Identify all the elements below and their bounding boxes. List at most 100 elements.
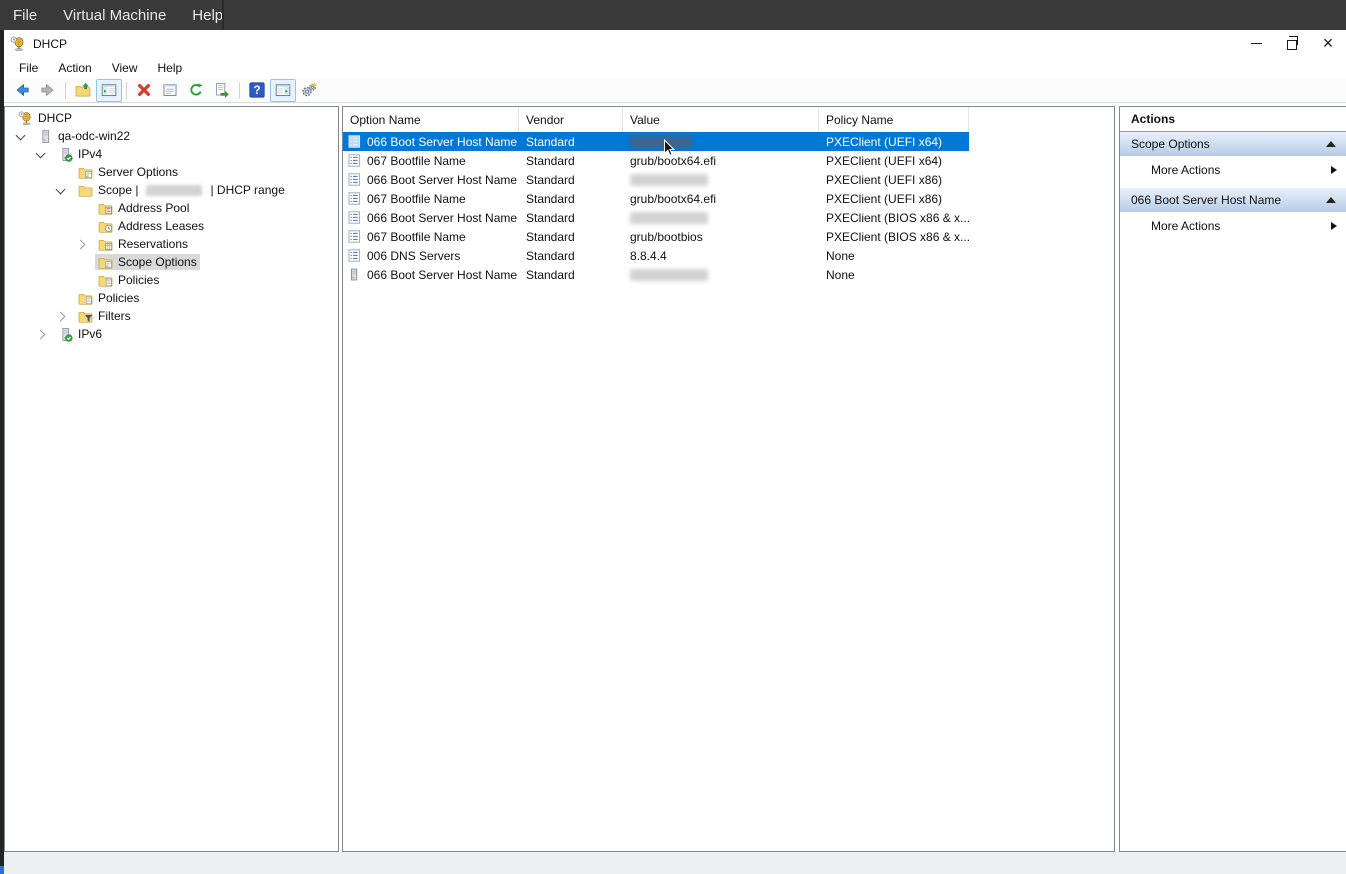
tree-item-server-options[interactable]: Server Options — [5, 163, 338, 181]
tree-item-content: Policies — [95, 272, 162, 288]
tree-item-ipv4[interactable]: IPv4 — [5, 145, 338, 163]
vendor-cell: Standard — [519, 230, 623, 244]
tree-item-address-pool[interactable]: Address Pool — [5, 199, 338, 217]
menu-item-help[interactable]: Help — [148, 59, 193, 77]
folder-pool-icon — [98, 201, 113, 216]
tree-item-content: DHCP — [15, 110, 75, 126]
option-name-cell: 067 Bootfile Name — [343, 192, 519, 206]
chevron-down-icon[interactable] — [56, 185, 66, 195]
tree-item-scope-dhcp-range[interactable]: Scope || DHCP range — [5, 181, 338, 199]
tree-item-policies[interactable]: Policies — [5, 289, 338, 307]
list-row-main: 067 Bootfile NameStandard grub/bootx64.ef… — [343, 151, 969, 170]
tree-item-ipv6[interactable]: IPv6 — [5, 325, 338, 343]
redacted-value — [630, 174, 708, 186]
vm-menu-item-virtual-machine[interactable]: Virtual Machine — [50, 0, 179, 30]
tree-item-content: qa-odc-win22 — [35, 128, 133, 144]
chevron-up-icon[interactable] — [1326, 197, 1336, 203]
tree-item-label: IPv4 — [78, 147, 102, 161]
toolbar-button-up-one-level[interactable] — [70, 79, 96, 102]
option-name-cell: 067 Bootfile Name — [343, 154, 519, 168]
refresh-icon — [188, 82, 204, 98]
export-list-icon — [214, 82, 230, 98]
option-icon — [348, 173, 361, 186]
tree-item-label: qa-odc-win22 — [58, 129, 130, 143]
tree-item-address-leases[interactable]: Address Leases — [5, 217, 338, 235]
tree-item-dhcp[interactable]: DHCP — [5, 109, 338, 127]
actions-pane-title: Actions — [1120, 107, 1346, 132]
results-pane: Option NameVendorValuePolicy Name 066 Bo… — [342, 106, 1115, 852]
action-section-header-066-boot-server-host-name[interactable]: 066 Boot Server Host Name — [1120, 188, 1346, 212]
toolbar-button-back-arrow[interactable] — [9, 79, 35, 102]
folder-options-icon — [78, 165, 93, 180]
toolbar-button-refresh[interactable] — [183, 79, 209, 102]
action-section-header-scope-options[interactable]: Scope Options — [1120, 132, 1346, 156]
menu-item-file[interactable]: File — [9, 59, 48, 77]
chevron-down-icon[interactable] — [16, 131, 26, 141]
column-header-value[interactable]: Value — [623, 107, 819, 132]
tree-item-content: IPv6 — [55, 326, 105, 342]
more-actions-item[interactable]: More Actions — [1120, 212, 1346, 239]
option-name-text: 006 DNS Servers — [367, 249, 460, 263]
toolbar-button-forward-arrow[interactable] — [35, 79, 61, 102]
restore-button[interactable] — [1274, 30, 1310, 57]
value-cell: grub/bootbios — [623, 230, 819, 244]
toolbar-button-show-console-tree[interactable] — [96, 79, 122, 102]
tree-item-reservations[interactable]: Reservations — [5, 235, 338, 253]
vendor-cell: Standard — [519, 154, 623, 168]
tree-item-qa-odc-win22[interactable]: qa-odc-win22 — [5, 127, 338, 145]
help-icon: ? — [249, 82, 265, 98]
redacted-value — [630, 212, 708, 224]
redacted-value — [630, 269, 708, 281]
chevron-right-icon[interactable] — [36, 330, 46, 340]
folder-reservations-icon — [98, 237, 113, 252]
option-name-cell: 066 Boot Server Host Name — [343, 211, 519, 225]
toolbar-button-export-list[interactable] — [209, 79, 235, 102]
menu-item-action[interactable]: Action — [48, 59, 101, 77]
more-actions-item[interactable]: More Actions — [1120, 156, 1346, 183]
minimize-button[interactable] — [1238, 30, 1274, 57]
column-header-option-name[interactable]: Option Name — [343, 107, 519, 132]
list-row[interactable]: 066 Boot Server Host NameStandardPXEClie… — [343, 170, 1114, 189]
tree-item-scope-options[interactable]: Scope Options — [5, 253, 338, 271]
tree-item-label: Address Leases — [118, 219, 204, 233]
toolbar-button-show-action-pane[interactable] — [270, 79, 296, 102]
vendor-cell: Standard — [519, 135, 623, 149]
toolbar-button-gears[interactable] — [296, 79, 322, 102]
vm-menu-item-file[interactable]: File — [0, 0, 50, 30]
toolbar: ? — [4, 78, 1346, 103]
server-option-icon — [348, 268, 361, 281]
list-row[interactable]: 067 Bootfile NameStandardgrub/bootbiosPX… — [343, 227, 1114, 246]
list-row-main: 066 Boot Server Host NameStandardPXEClie… — [343, 208, 969, 227]
column-header-vendor[interactable]: Vendor — [519, 107, 623, 132]
toolbar-button-delete[interactable] — [131, 79, 157, 102]
status-strip — [4, 852, 1346, 874]
list-row[interactable]: 067 Bootfile NameStandardgrub/bootx64.ef… — [343, 189, 1114, 208]
value-cell: 8.8.4.4 — [623, 249, 819, 263]
server-ok-icon — [58, 327, 73, 342]
list-row[interactable]: 067 Bootfile NameStandard grub/bootx64.ef… — [343, 151, 1114, 170]
value-text: grub/bootx64.efi — [630, 192, 716, 206]
chevron-up-icon[interactable] — [1326, 141, 1336, 147]
chevron-right-icon[interactable] — [56, 312, 66, 322]
tree-item-filters[interactable]: Filters — [5, 307, 338, 325]
toolbar-button-help[interactable]: ? — [244, 79, 270, 102]
list-row[interactable]: 006 DNS ServersStandard8.8.4.4None — [343, 246, 1114, 265]
window-title: DHCP — [33, 37, 67, 51]
svg-text:?: ? — [253, 85, 260, 97]
toolbar-button-properties[interactable] — [157, 79, 183, 102]
list-row[interactable]: 066 Boot Server Host NameStandardNone — [343, 265, 1114, 284]
value-text: grub/bootx64.efi — [630, 154, 716, 168]
chevron-right-icon[interactable] — [76, 240, 86, 250]
tree-item-content: Server Options — [75, 164, 181, 180]
chevron-down-icon[interactable] — [36, 149, 46, 159]
window-controls: × — [1238, 30, 1346, 57]
column-header-policy-name[interactable]: Policy Name — [819, 107, 969, 132]
value-cell — [623, 212, 819, 224]
vm-menu-item-help[interactable]: Help — [179, 0, 236, 30]
tree-item-policies[interactable]: Policies — [5, 271, 338, 289]
list-row[interactable]: 066 Boot Server Host NameStandardPXEClie… — [343, 208, 1114, 227]
list-row[interactable]: 066 Boot Server Host NameStandardPXEClie… — [343, 132, 1114, 151]
menu-item-view[interactable]: View — [102, 59, 148, 77]
option-icon — [348, 230, 361, 243]
close-button[interactable]: × — [1310, 30, 1346, 57]
